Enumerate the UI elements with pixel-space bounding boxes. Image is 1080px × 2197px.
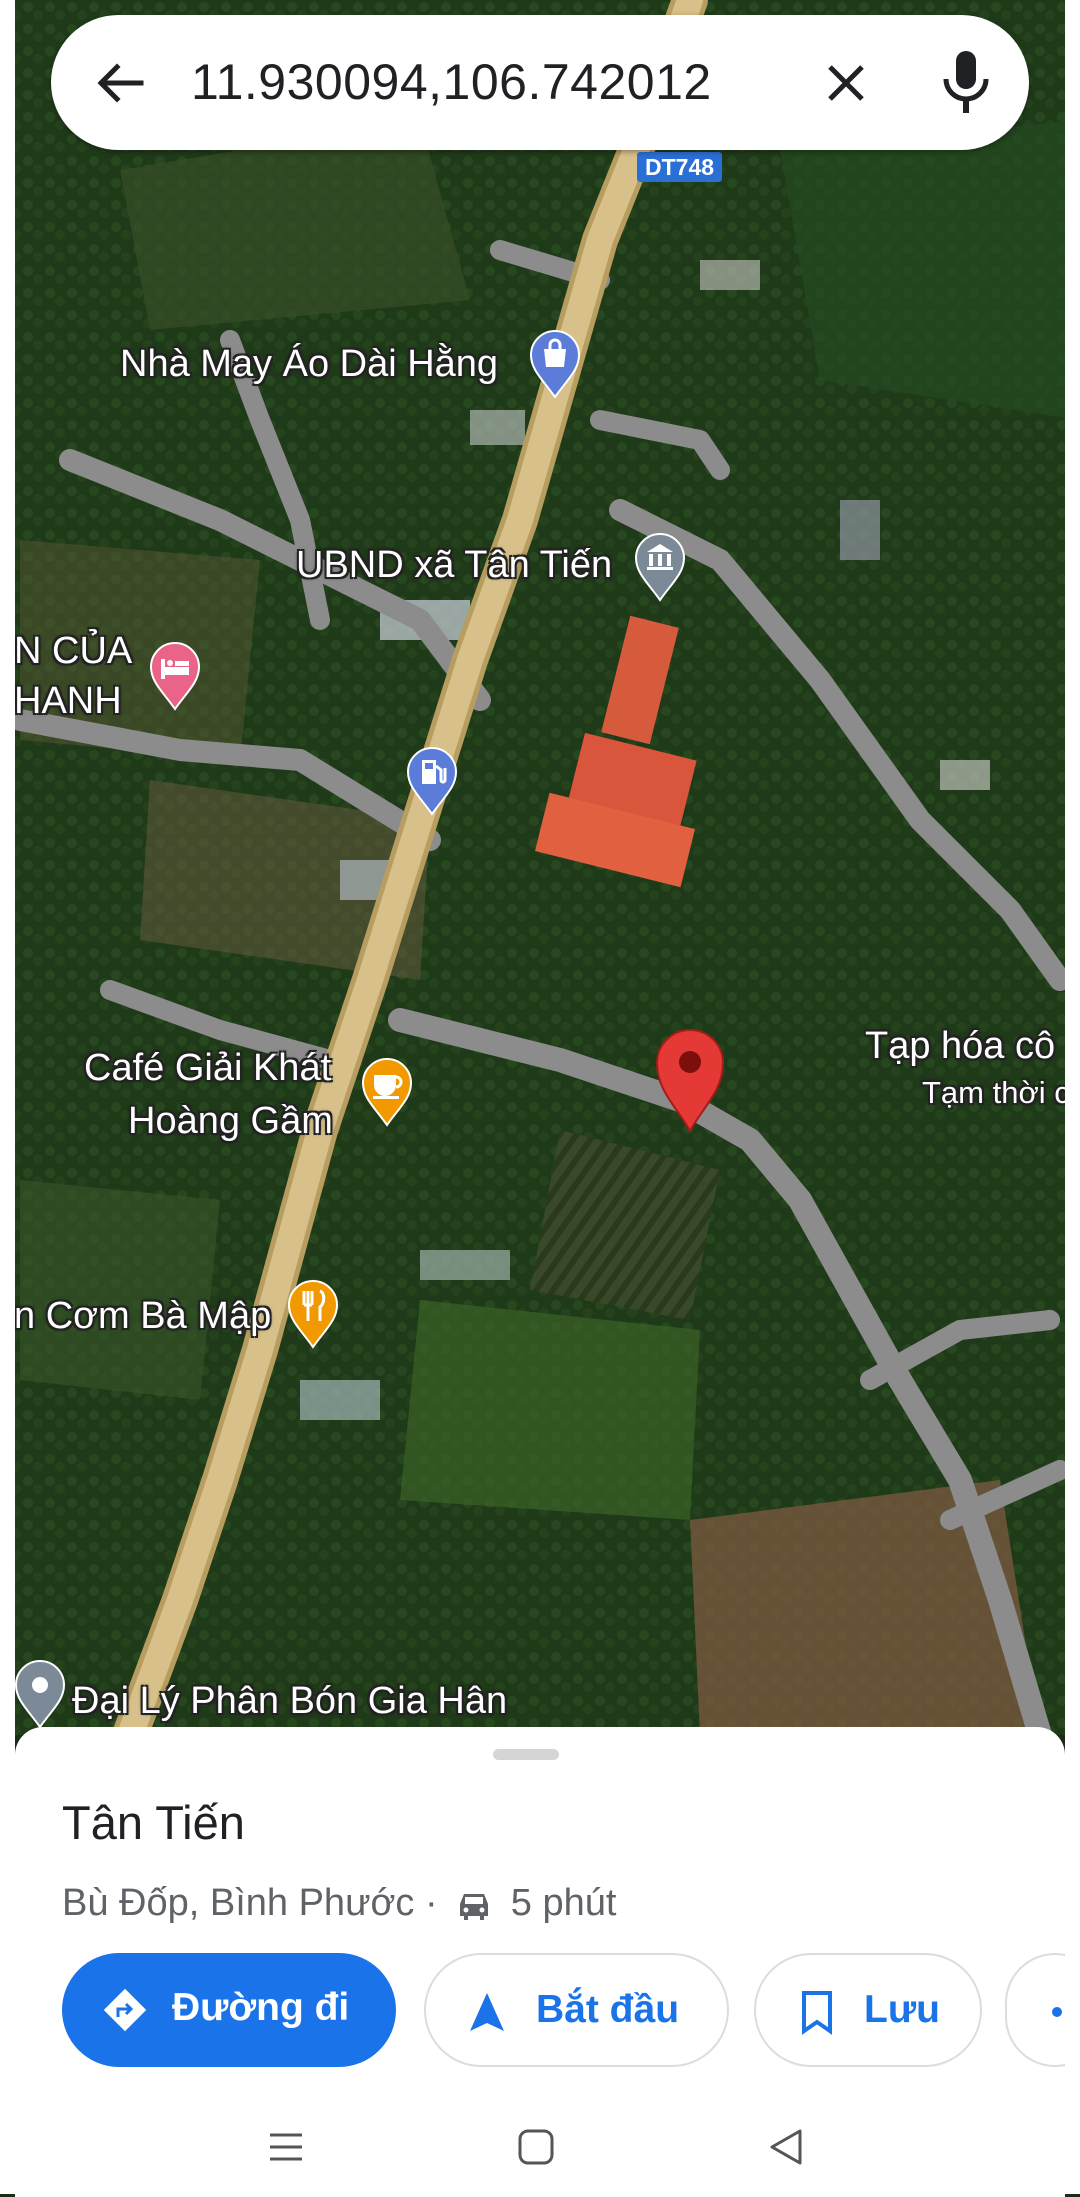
screen-edge-right xyxy=(1065,0,1080,2194)
place-title: Tân Tiến xyxy=(62,1796,245,1849)
satellite-imagery xyxy=(0,0,1080,1735)
poi-label-ubnd[interactable]: UBND xã Tân Tiến xyxy=(296,544,612,587)
close-icon[interactable] xyxy=(816,53,876,113)
route-shield: DT748 xyxy=(637,152,723,182)
back-icon[interactable] xyxy=(766,2127,806,2167)
place-subtitle: Bù Đốp, Bình Phước · 5 phút xyxy=(62,1882,616,1925)
poi-label-ao-dai[interactable]: Nhà May Áo Dài Hằng xyxy=(120,343,498,386)
bookmark-icon xyxy=(802,1991,832,2035)
start-label: Bắt đầu xyxy=(536,1988,680,2031)
drag-handle[interactable] xyxy=(493,1749,559,1760)
poi-label-lodging-1[interactable]: N CỦA xyxy=(14,630,132,673)
place-region: Bù Đốp, Bình Phước · xyxy=(62,1882,438,1924)
recent-apps-icon[interactable] xyxy=(266,2127,306,2167)
save-label: Lưu xyxy=(864,1988,940,2031)
directions-icon xyxy=(103,1988,147,2032)
government-building-icon[interactable] xyxy=(630,528,690,602)
poi-label-cafe-2[interactable]: Hoàng Gầm xyxy=(128,1100,333,1143)
poi-label-cafe-1[interactable]: Café Giải Khát xyxy=(84,1047,331,1090)
directions-label: Đường đi xyxy=(172,1986,350,2029)
navigation-arrow-icon xyxy=(470,1993,504,2031)
dropped-pin-icon[interactable] xyxy=(653,1025,727,1133)
back-arrow-icon[interactable] xyxy=(91,53,151,113)
place-gray-icon[interactable] xyxy=(10,1655,70,1729)
map-view[interactable]: DT748 Nhà May Áo Dài Hằng UBND xã Tân Ti… xyxy=(0,0,1080,1735)
poi-label-fertilizer[interactable]: Đại Lý Phân Bón Gia Hân xyxy=(72,1680,507,1723)
save-button[interactable]: Lưu xyxy=(754,1953,982,2067)
car-icon xyxy=(460,1893,489,1920)
screen-edge-left xyxy=(0,0,15,2194)
gas-station-icon[interactable] xyxy=(402,742,462,816)
system-navigation-bar xyxy=(0,2097,1080,2194)
start-button[interactable]: Bắt đầu xyxy=(424,1953,729,2067)
directions-button[interactable]: Đường đi xyxy=(62,1953,396,2067)
poi-label-lodging-2[interactable]: HANH xyxy=(14,680,122,723)
restaurant-icon[interactable] xyxy=(283,1275,343,1349)
home-icon[interactable] xyxy=(516,2127,556,2167)
drive-time: 5 phút xyxy=(510,1882,617,1924)
poi-label-restaurant[interactable]: n Cơm Bà Mập xyxy=(14,1295,271,1338)
poi-label-grocery-status: Tạm thời c xyxy=(922,1075,1070,1110)
cafe-cup-icon[interactable] xyxy=(357,1053,417,1127)
search-query-text[interactable]: 11.930094,106.742012 xyxy=(191,15,712,150)
search-bar[interactable]: 11.930094,106.742012 xyxy=(51,15,1029,150)
shopping-bag-icon[interactable] xyxy=(525,325,585,399)
poi-label-grocery[interactable]: Tạp hóa cô xyxy=(865,1025,1055,1068)
hotel-bed-icon[interactable] xyxy=(145,637,205,711)
microphone-icon[interactable] xyxy=(931,45,1001,121)
